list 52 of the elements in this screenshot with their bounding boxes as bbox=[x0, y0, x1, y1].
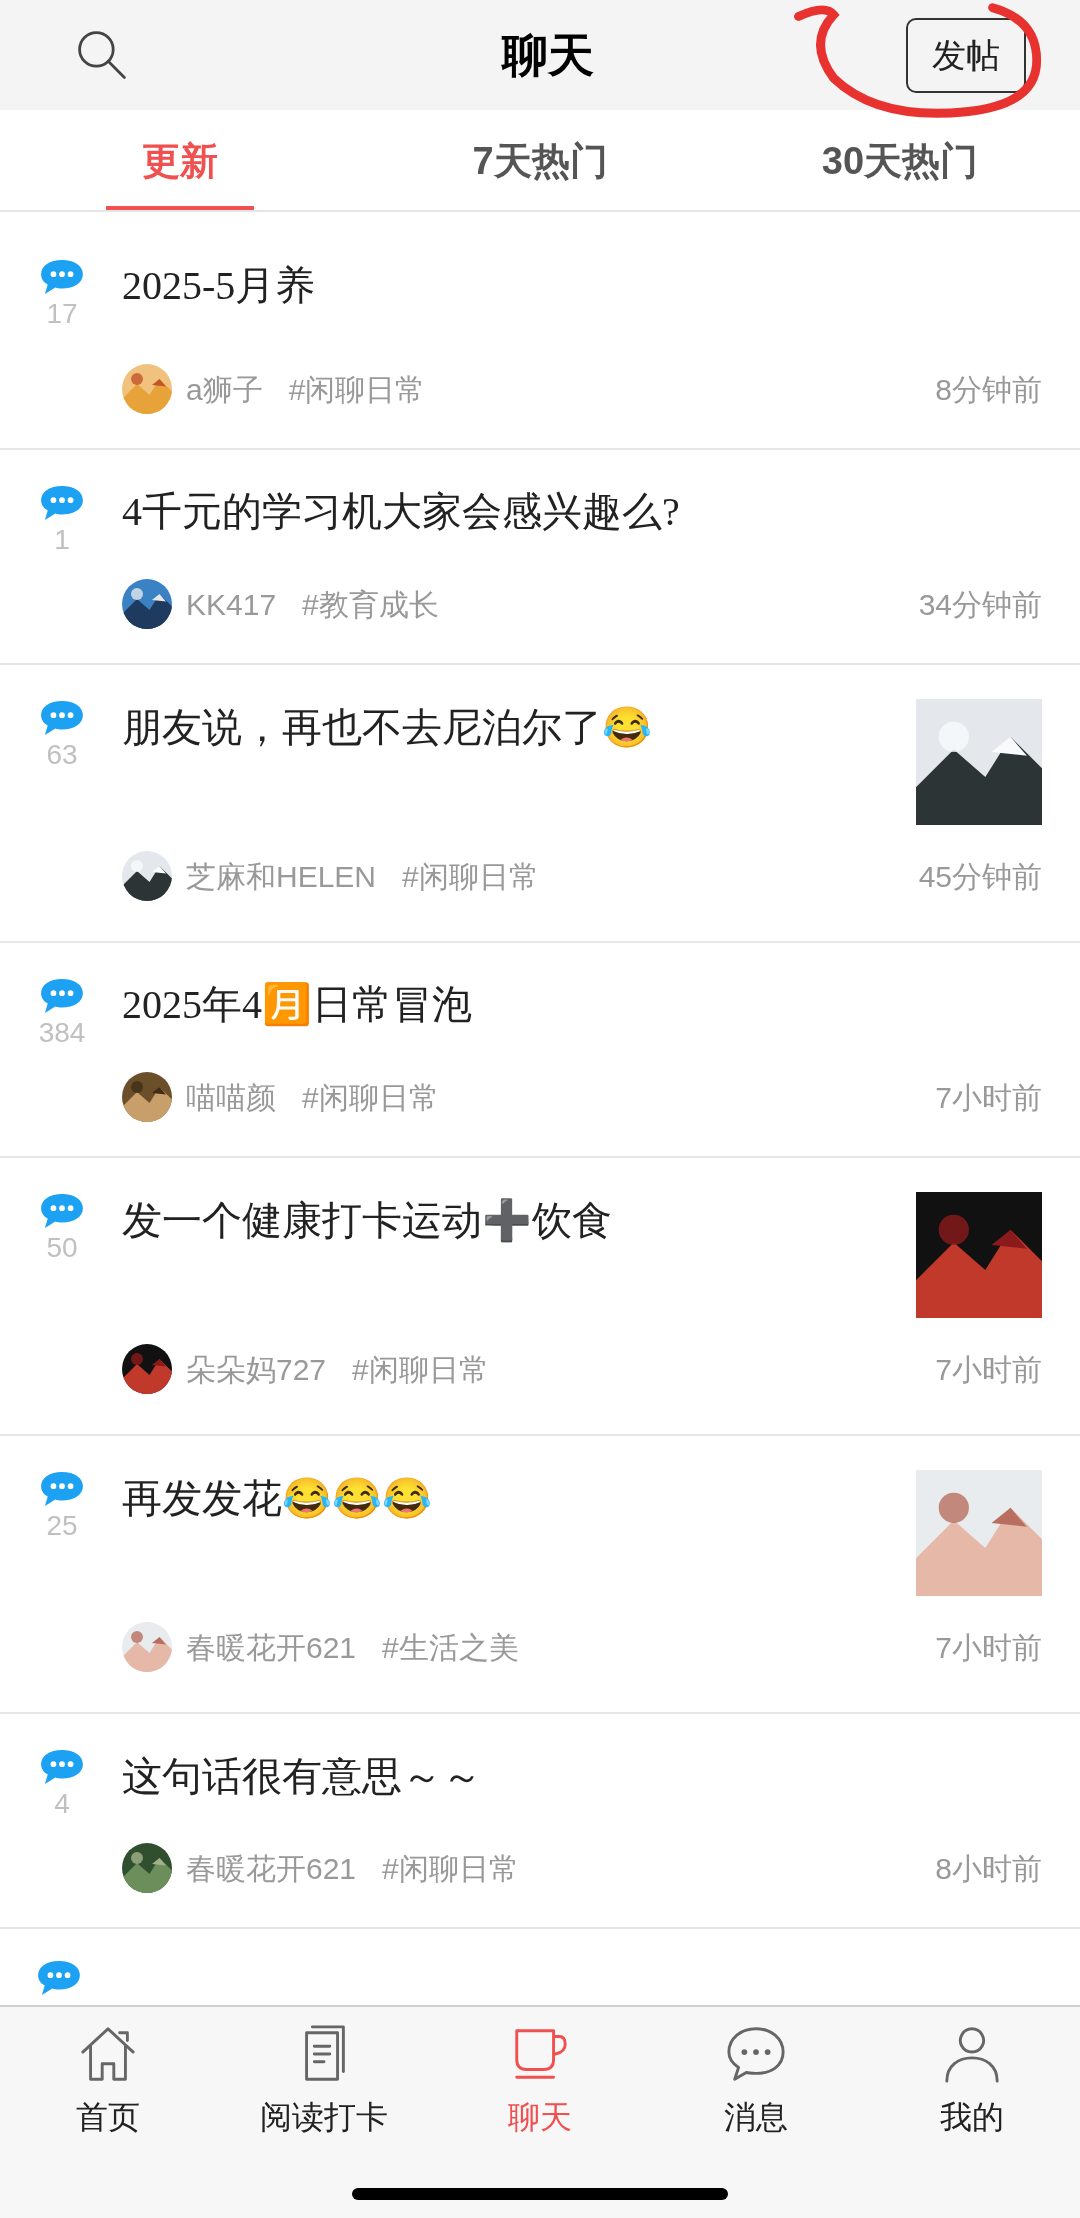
tab[interactable]: 7天热门 bbox=[436, 110, 644, 210]
topic-tag[interactable]: #教育成长 bbox=[302, 581, 439, 627]
post-row[interactable]: 63 朋友说，再也不去尼泊尔了😂 芝麻和HELEN #闲聊日常 45分钟前 bbox=[0, 665, 1080, 943]
username[interactable]: 朵朵妈727 bbox=[186, 1346, 327, 1392]
username[interactable]: 喵喵颜 bbox=[186, 1074, 276, 1120]
post-title: 2025-5月养 bbox=[122, 262, 317, 310]
post-row[interactable]: 25 再发发花😂😂😂 春暖花开621 #生活之美 7小时前 bbox=[0, 1436, 1080, 1714]
comment-count: 25 bbox=[46, 1509, 78, 1543]
post-time: 7小时前 bbox=[935, 1351, 1042, 1388]
post-button[interactable]: 发帖 bbox=[906, 17, 1026, 93]
page-title: 聊天 bbox=[502, 27, 594, 83]
topic-tag[interactable]: #闲聊日常 bbox=[288, 366, 426, 412]
topic-tag[interactable]: #闲聊日常 bbox=[352, 1346, 489, 1392]
post-title: 2025年4🈷日常冒泡 bbox=[122, 981, 473, 1029]
username[interactable]: 芝麻和HELEN bbox=[186, 853, 377, 899]
nav-item[interactable]: 聊天 bbox=[432, 2023, 648, 2141]
post-time: 34分钟前 bbox=[918, 586, 1042, 623]
post-time: 7小时前 bbox=[935, 1629, 1042, 1666]
post-row[interactable]: 384 2025年4🈷日常冒泡 喵喵颜 #闲聊日常 7小时前 bbox=[0, 943, 1080, 1158]
post-row[interactable]: 17 2025-5月养 a狮子 #闲聊日常 8分钟前 bbox=[0, 212, 1080, 450]
nav-item[interactable]: 首页 bbox=[0, 2023, 216, 2141]
username[interactable]: a狮子 bbox=[186, 366, 263, 412]
post-row[interactable]: 1 4千元的学习机大家会感兴趣么? KK417 #教育成长 34分钟前 bbox=[0, 450, 1080, 665]
topic-tag[interactable]: #闲聊日常 bbox=[382, 1845, 519, 1891]
username[interactable]: KK417 bbox=[186, 581, 277, 627]
comment-count: 384 bbox=[38, 1016, 86, 1050]
comment-count: 17 bbox=[46, 297, 78, 331]
post-time: 8分钟前 bbox=[935, 371, 1042, 408]
nav-item[interactable]: 消息 bbox=[648, 2023, 864, 2141]
topic-tag[interactable]: #闲聊日常 bbox=[302, 1074, 439, 1120]
tab[interactable]: 更新 bbox=[106, 110, 254, 210]
post-title: 朋友说，再也不去尼泊尔了😂 bbox=[122, 704, 653, 751]
tab[interactable]: 30天热门 bbox=[785, 110, 1015, 210]
post-title: 4千元的学习机大家会感兴趣么? bbox=[122, 488, 681, 536]
username[interactable]: 春暖花开621 bbox=[186, 1624, 357, 1670]
username[interactable]: 春暖花开621 bbox=[186, 1845, 357, 1891]
post-row[interactable]: 4 这句话很有意思～～ 春暖花开621 #闲聊日常 8小时前 bbox=[0, 1714, 1080, 1929]
nav-item[interactable]: 我的 bbox=[864, 2023, 1080, 2141]
topic-tag[interactable]: #闲聊日常 bbox=[402, 853, 539, 899]
post-time: 7小时前 bbox=[935, 1079, 1042, 1116]
comment-count: 63 bbox=[46, 738, 78, 772]
post-row[interactable]: 50 发一个健康打卡运动➕饮食 朵朵妈727 #闲聊日常 7小时前 bbox=[0, 1158, 1080, 1436]
post-time: 8小时前 bbox=[935, 1850, 1042, 1887]
post-time: 45分钟前 bbox=[918, 858, 1042, 895]
topic-tag[interactable]: #生活之美 bbox=[382, 1624, 519, 1670]
comment-count: 50 bbox=[46, 1231, 78, 1265]
post-title: 这句话很有意思～～ bbox=[122, 1753, 483, 1800]
comment-count: 1 bbox=[54, 523, 70, 557]
post-title: 发一个健康打卡运动➕饮食 bbox=[122, 1197, 613, 1245]
nav-item[interactable]: 阅读打卡 bbox=[216, 2023, 432, 2141]
comment-count: 4 bbox=[54, 1787, 70, 1821]
post-title: 再发发花😂😂😂 bbox=[122, 1475, 433, 1522]
